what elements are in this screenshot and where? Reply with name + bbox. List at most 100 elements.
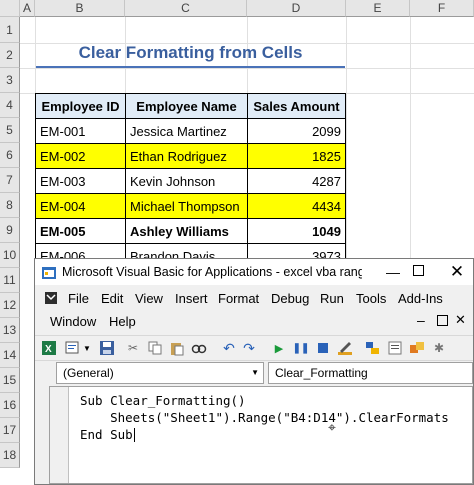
cell-sales-amount[interactable]: 1049 <box>248 219 346 244</box>
minimize-icon[interactable]: – <box>417 312 425 328</box>
object-combo-value: (General) <box>63 366 114 380</box>
menu-file[interactable]: File <box>68 291 89 306</box>
toolbox-icon[interactable]: ✱ <box>431 340 447 356</box>
restore-icon[interactable] <box>437 315 448 326</box>
code-line[interactable]: Sheets("Sheet1").Range("B4:D14").ClearFo… <box>80 409 449 426</box>
cell-employee-id[interactable]: EM-003 <box>36 169 126 194</box>
title-underline <box>36 66 345 68</box>
procedure-combo[interactable]: Clear_Formatting <box>268 362 473 384</box>
menu-add-ins[interactable]: Add-Ins <box>398 291 443 306</box>
column-header-a[interactable]: A <box>20 0 35 17</box>
undo-icon[interactable]: ↶ <box>221 340 237 356</box>
vba-toolbar: X ▼ ✂ ↶ ↷ ▶ ❚❚ ✱ <box>35 335 473 361</box>
close-icon[interactable]: ✕ <box>455 312 466 328</box>
row-header[interactable]: 8 <box>0 193 20 218</box>
cut-icon[interactable]: ✂ <box>125 340 141 356</box>
cell-employee-id[interactable]: EM-004 <box>36 194 126 219</box>
table-row: EM-002 Ethan Rodriguez 1825 <box>36 144 346 169</box>
row-header[interactable]: 6 <box>0 143 20 168</box>
column-header-c[interactable]: C <box>125 0 247 17</box>
object-browser-icon[interactable] <box>409 340 425 356</box>
header-sales-amount[interactable]: Sales Amount <box>248 94 346 119</box>
menu-debug[interactable]: Debug <box>271 291 309 306</box>
cell-employee-name[interactable]: Ethan Rodriguez <box>126 144 248 169</box>
vba-window-title: Microsoft Visual Basic for Applications … <box>62 265 362 279</box>
copy-icon[interactable] <box>147 340 163 356</box>
menu-help[interactable]: Help <box>109 314 136 329</box>
maximize-icon[interactable] <box>413 265 424 276</box>
row-header[interactable]: 11 <box>0 268 20 293</box>
menu-tools[interactable]: Tools <box>356 291 386 306</box>
row-header[interactable]: 12 <box>0 293 20 318</box>
select-all-corner[interactable] <box>0 0 20 17</box>
column-header-d[interactable]: D <box>247 0 346 17</box>
properties-icon[interactable] <box>387 340 403 356</box>
table-row: EM-001 Jessica Martinez 2099 <box>36 119 346 144</box>
table-row: EM-005 Ashley Williams 1049 <box>36 219 346 244</box>
row-header[interactable]: 5 <box>0 118 20 143</box>
cell-sales-amount[interactable]: 4287 <box>248 169 346 194</box>
code-line[interactable]: End Sub <box>80 426 133 443</box>
cell-sales-amount[interactable]: 1825 <box>248 144 346 169</box>
code-line[interactable]: Sub Clear_Formatting() <box>80 392 246 409</box>
row-header[interactable]: 9 <box>0 218 20 243</box>
menu-window[interactable]: Window <box>50 314 96 329</box>
row-header[interactable]: 10 <box>0 243 20 268</box>
vba-app-icon <box>41 264 57 280</box>
code-window[interactable]: Sub Clear_Formatting() Sheets("Sheet1").… <box>49 386 473 484</box>
header-employee-id[interactable]: Employee ID <box>36 94 126 119</box>
cell-employee-name[interactable]: Kevin Johnson <box>126 169 248 194</box>
row-header[interactable]: 13 <box>0 318 20 343</box>
row-header[interactable]: 3 <box>0 68 20 93</box>
chevron-down-icon[interactable]: ▼ <box>251 363 259 383</box>
cell-employee-id[interactable]: EM-001 <box>36 119 126 144</box>
cell-employee-name[interactable]: Michael Thompson <box>126 194 248 219</box>
save-icon[interactable] <box>99 340 115 356</box>
row-header[interactable]: 15 <box>0 368 20 393</box>
sheet-title: Clear Formatting from Cells <box>78 43 303 62</box>
cell-employee-name[interactable]: Jessica Martinez <box>126 119 248 144</box>
column-header-e[interactable]: E <box>346 0 410 17</box>
row-header[interactable]: 17 <box>0 418 20 443</box>
row-header[interactable]: 1 <box>0 17 20 43</box>
table-header-row: Employee ID Employee Name Sales Amount <box>36 94 346 119</box>
chevron-down-icon[interactable]: ▼ <box>83 344 91 353</box>
column-header-f[interactable]: F <box>410 0 474 17</box>
cell-sales-amount[interactable]: 2099 <box>248 119 346 144</box>
cell-employee-name[interactable]: Ashley Williams <box>126 219 248 244</box>
menu-edit[interactable]: Edit <box>101 291 123 306</box>
grid-line <box>20 68 474 69</box>
object-combo[interactable]: (General) ▼ <box>56 362 264 384</box>
minimize-icon[interactable]: — <box>383 259 403 285</box>
row-header[interactable]: 16 <box>0 393 20 418</box>
run-icon[interactable]: ▶ <box>271 340 287 356</box>
menu-view[interactable]: View <box>135 291 163 306</box>
break-icon[interactable]: ❚❚ <box>293 340 310 356</box>
vba-title-bar[interactable]: Microsoft Visual Basic for Applications … <box>35 259 473 285</box>
code-margin <box>50 387 69 483</box>
insert-module-icon[interactable] <box>65 340 81 356</box>
header-employee-name[interactable]: Employee Name <box>126 94 248 119</box>
reset-icon[interactable] <box>315 340 331 356</box>
row-header[interactable]: 18 <box>0 443 20 468</box>
menu-insert[interactable]: Insert <box>175 291 208 306</box>
design-mode-icon[interactable] <box>337 340 353 356</box>
cell-employee-id[interactable]: EM-002 <box>36 144 126 169</box>
excel-view-icon[interactable] <box>43 290 59 306</box>
cell-sales-amount[interactable]: 4434 <box>248 194 346 219</box>
menu-format[interactable]: Format <box>218 291 259 306</box>
cell-employee-id[interactable]: EM-005 <box>36 219 126 244</box>
excel-icon[interactable]: X <box>41 340 57 356</box>
find-icon[interactable] <box>191 340 207 356</box>
column-header-b[interactable]: B <box>35 0 125 17</box>
project-explorer-icon[interactable] <box>365 340 381 356</box>
vba-menubar: File Edit View Insert Format Debug Run T… <box>35 288 473 308</box>
row-header[interactable]: 4 <box>0 93 20 118</box>
menu-run[interactable]: Run <box>320 291 344 306</box>
row-header[interactable]: 2 <box>0 43 20 68</box>
paste-icon[interactable] <box>169 340 185 356</box>
close-icon[interactable]: ✕ <box>447 259 467 285</box>
row-header[interactable]: 7 <box>0 168 20 193</box>
redo-icon[interactable]: ↷ <box>241 340 257 356</box>
row-header[interactable]: 14 <box>0 343 20 368</box>
